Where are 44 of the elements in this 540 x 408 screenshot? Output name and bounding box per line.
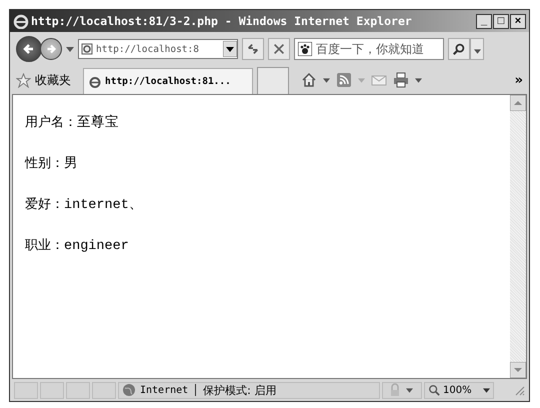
status-panel bbox=[92, 382, 116, 398]
search-options-button[interactable] bbox=[470, 38, 484, 60]
search-button[interactable] bbox=[448, 38, 470, 60]
zoom-control[interactable]: 100% bbox=[424, 382, 494, 398]
zoom-icon bbox=[428, 384, 440, 396]
status-panel bbox=[40, 382, 64, 398]
address-field[interactable]: http://localhost:8 bbox=[78, 39, 238, 59]
refresh-icon bbox=[246, 42, 260, 56]
search-icon bbox=[452, 42, 466, 56]
caret-icon bbox=[474, 48, 480, 54]
printer-icon[interactable] bbox=[393, 72, 409, 88]
close-icon bbox=[272, 42, 286, 56]
address-text: http://localhost:8 bbox=[96, 44, 200, 54]
feed-icon[interactable] bbox=[336, 72, 352, 88]
status-panel bbox=[14, 382, 38, 398]
field-line: 用户名：至尊宝 bbox=[25, 114, 120, 133]
favorites-label[interactable]: 收藏夹 bbox=[35, 72, 71, 88]
paw-icon bbox=[298, 42, 312, 56]
browser-tab[interactable]: http://localhost:81... bbox=[83, 68, 253, 94]
field-line: 爱好：internet、 bbox=[25, 196, 144, 215]
window-control-button[interactable]: □ bbox=[493, 14, 509, 28]
back-button[interactable] bbox=[16, 36, 42, 62]
status-panel bbox=[66, 382, 90, 398]
dropdown-icon[interactable] bbox=[223, 41, 237, 57]
refresh-button[interactable] bbox=[242, 38, 264, 60]
window-title: http://localhost:81/3-2.php - Windows Internet Explorer bbox=[31, 14, 413, 28]
scroll-up-icon[interactable] bbox=[510, 95, 526, 111]
search-field[interactable]: 百度一下，你就知道 bbox=[294, 38, 444, 60]
window-control-button[interactable]: × bbox=[510, 14, 526, 28]
home-icon[interactable] bbox=[301, 72, 317, 88]
page-icon bbox=[81, 43, 93, 55]
caret-icon bbox=[483, 388, 490, 392]
stop-button[interactable] bbox=[268, 38, 290, 60]
more-chevron[interactable]: » bbox=[514, 72, 523, 88]
zone-text: Internet bbox=[140, 384, 188, 396]
scrollbar[interactable] bbox=[510, 95, 526, 378]
protected-mode-text: 保护模式: 启用 bbox=[203, 382, 276, 398]
resize-grip-icon[interactable] bbox=[513, 384, 525, 396]
field-line: 性别：男 bbox=[25, 155, 79, 174]
window-control-button[interactable]: _ bbox=[476, 14, 492, 28]
forward-button[interactable] bbox=[40, 38, 62, 60]
scroll-down-icon[interactable] bbox=[510, 362, 526, 378]
field-line: 职业：engineer bbox=[25, 237, 130, 256]
star-icon[interactable] bbox=[16, 72, 31, 88]
